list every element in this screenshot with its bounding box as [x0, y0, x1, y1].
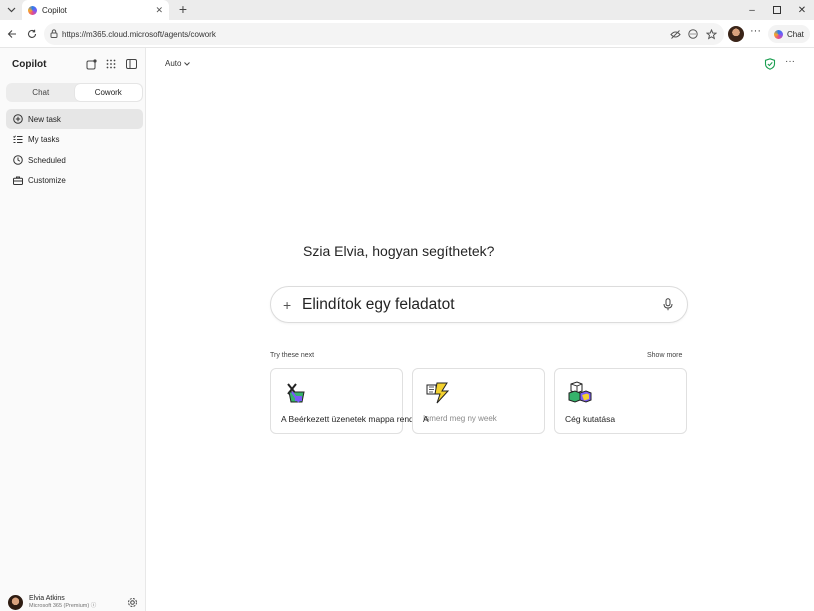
- maximize-icon[interactable]: [769, 2, 785, 18]
- more-options-circle-icon[interactable]: [686, 26, 700, 42]
- chevron-down-icon: [184, 61, 191, 66]
- add-attachment-icon[interactable]: +: [283, 297, 295, 313]
- task-composer[interactable]: + Elindítok egy feladatot: [270, 286, 688, 323]
- browser-chat-button[interactable]: Chat: [768, 25, 810, 43]
- avatar: [8, 594, 23, 610]
- lightning-icon: [425, 381, 451, 405]
- suggestion-card-weekly[interactable]: Ismerd meg ny week A: [412, 368, 545, 434]
- suggestion-card-research[interactable]: Cég kutatása: [554, 368, 687, 434]
- sidebar-item-new-task[interactable]: New task: [6, 109, 143, 129]
- card-label: Cég kutatása: [565, 414, 616, 424]
- user-name: Elvia Atkins: [29, 594, 65, 602]
- back-icon[interactable]: [4, 26, 20, 42]
- suggestion-card-inbox[interactable]: A Beérkezett üzenetek mappa rendszerezés…: [270, 368, 453, 434]
- greeting: Szia Elvia, hogyan segíthetek?: [303, 243, 495, 259]
- sidebar: Copilot Chat Cowork New task My tasks Sc…: [0, 48, 146, 611]
- tracking-prevention-icon[interactable]: [668, 26, 682, 42]
- suggestions-heading: Try these next: [270, 352, 315, 359]
- tab-title: Copilot: [42, 5, 67, 15]
- sidebar-item-label: New task: [28, 114, 61, 124]
- card-label: A: [423, 414, 429, 424]
- model-selector-label: Auto: [165, 59, 182, 68]
- shield-check-icon[interactable]: [764, 58, 776, 70]
- collapse-sidebar-icon[interactable]: [124, 57, 138, 71]
- sidebar-nav: New task My tasks Scheduled Customize: [6, 109, 143, 191]
- sidebar-item-scheduled[interactable]: Scheduled: [6, 150, 143, 170]
- lock-icon: [50, 27, 58, 41]
- tab-list-dropdown-icon[interactable]: [3, 2, 19, 18]
- card-sublabel: Ismerd meg ny week: [423, 414, 497, 423]
- task-list-icon: [12, 134, 23, 145]
- microphone-icon[interactable]: [663, 298, 675, 312]
- gear-icon[interactable]: [126, 596, 138, 608]
- refresh-icon[interactable]: [24, 26, 40, 42]
- sidebar-item-label: Customize: [28, 176, 66, 185]
- main-content: Auto ··· Szia Elvia, hogyan segíthetek? …: [147, 48, 814, 611]
- sidebar-item-my-tasks[interactable]: My tasks: [6, 130, 143, 150]
- chat-button-label: Chat: [787, 29, 804, 39]
- tab-cowork[interactable]: Cowork: [74, 84, 142, 101]
- user-account[interactable]: Elvia Atkins Microsoft 365 (Premium) ⓘ: [8, 594, 140, 610]
- copilot-favicon-icon: [28, 5, 37, 15]
- apps-grid-icon[interactable]: [104, 57, 118, 71]
- inbox-sort-icon: [283, 381, 309, 405]
- address-bar-row: https://m365.cloud.microsoft/agents/cowo…: [0, 20, 814, 48]
- sidebar-item-label: Scheduled: [28, 155, 66, 165]
- brand-title: Copilot: [12, 59, 47, 70]
- url-text: https://m365.cloud.microsoft/agents/cowo…: [62, 29, 216, 39]
- sidebar-item-customize[interactable]: Customize: [6, 171, 143, 191]
- tab-chat[interactable]: Chat: [7, 84, 75, 101]
- plus-circle-icon: [12, 114, 23, 125]
- new-chat-icon[interactable]: [84, 57, 98, 71]
- profile-avatar[interactable]: [728, 26, 744, 42]
- favorites-icon[interactable]: [704, 26, 718, 42]
- browser-tab[interactable]: Copilot ✕: [22, 0, 169, 20]
- research-cubes-icon: [567, 381, 593, 405]
- model-selector[interactable]: Auto: [165, 59, 191, 68]
- window-close-icon[interactable]: ✕: [794, 2, 810, 18]
- clock-icon: [12, 155, 23, 166]
- new-tab-icon[interactable]: +: [175, 1, 191, 17]
- user-plan: Microsoft 365 (Premium) ⓘ: [29, 602, 97, 609]
- minimize-icon[interactable]: –: [744, 2, 760, 18]
- tab-close-icon[interactable]: ✕: [155, 5, 163, 16]
- show-more-link[interactable]: Show more: [647, 352, 682, 359]
- briefcase-icon: [12, 175, 23, 186]
- url-field[interactable]: https://m365.cloud.microsoft/agents/cowo…: [44, 23, 724, 45]
- info-icon: ⓘ: [90, 602, 97, 609]
- mode-switcher: Chat Cowork: [6, 83, 143, 102]
- browser-tab-bar: Copilot ✕ + – ✕: [0, 0, 814, 20]
- copilot-icon: [774, 29, 783, 39]
- composer-input[interactable]: Elindítok egy feladatot: [302, 296, 455, 314]
- more-options-icon[interactable]: ···: [785, 56, 795, 67]
- browser-menu-icon[interactable]: ···: [750, 25, 761, 37]
- sidebar-item-label: My tasks: [28, 135, 60, 144]
